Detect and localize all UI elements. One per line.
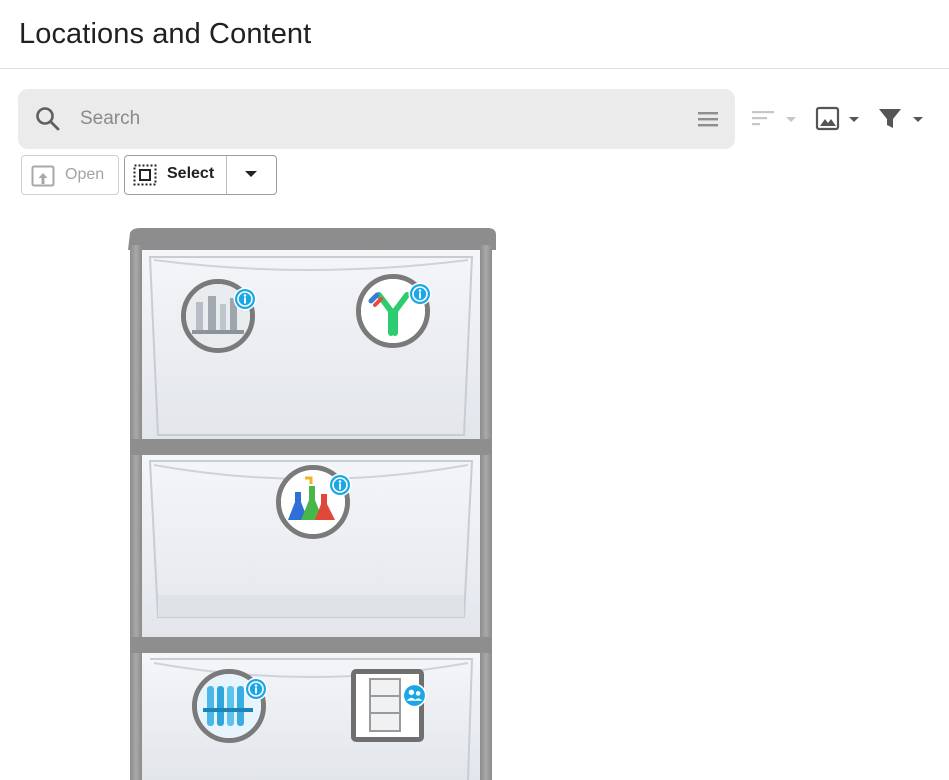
page-header: Locations and Content: [0, 0, 949, 69]
open-button[interactable]: Open: [21, 155, 119, 195]
select-button-group: Select: [124, 155, 277, 195]
menu-icon[interactable]: [696, 107, 720, 131]
select-icon: [133, 164, 157, 186]
lab-glassware-marker[interactable]: [181, 279, 257, 353]
info-icon[interactable]: [328, 473, 352, 497]
antibody-marker[interactable]: [356, 274, 432, 348]
info-icon[interactable]: [244, 677, 268, 701]
drawer-cabinet-sublocation-marker[interactable]: [351, 669, 427, 742]
page-title: Locations and Content: [19, 18, 312, 50]
search-icon[interactable]: [34, 105, 62, 133]
caret-down-icon: [245, 171, 257, 177]
info-icon[interactable]: [233, 287, 257, 311]
search-input[interactable]: [78, 100, 678, 138]
select-button[interactable]: Select: [125, 156, 227, 194]
group-icon[interactable]: [402, 683, 427, 708]
info-icon[interactable]: [408, 282, 432, 306]
image-icon[interactable]: [812, 101, 862, 137]
open-button-label: Open: [65, 166, 105, 183]
select-button-label: Select: [167, 165, 215, 182]
sort-icon[interactable]: [748, 101, 800, 137]
filter-icon[interactable]: [876, 101, 928, 137]
select-dropdown-button[interactable]: [227, 156, 276, 194]
open-icon: [31, 165, 55, 187]
chemical-flasks-marker[interactable]: [276, 465, 352, 539]
test-tubes-marker[interactable]: [192, 669, 268, 743]
